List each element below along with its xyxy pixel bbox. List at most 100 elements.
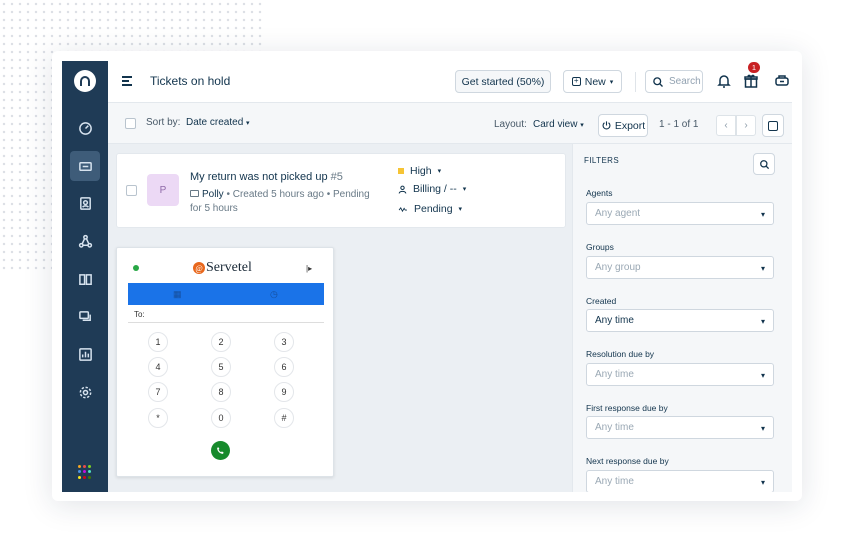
notifications-button[interactable] [714,71,734,91]
dial-key-2[interactable]: 2 [211,332,231,352]
reports-icon [78,347,92,361]
filter-resolution-due-select[interactable]: Any time ▾ [586,363,774,386]
plus-box-icon: + [571,77,581,86]
new-button[interactable]: + New ▾ [563,70,622,93]
search-icon [759,159,769,169]
history-tab-icon[interactable]: ◷ [270,289,278,300]
filter-label-agents: Agents [586,188,613,198]
chevron-down-icon: ▾ [760,424,765,433]
chevron-down-icon: ▾ [760,371,765,380]
sidebar-item-forums[interactable] [70,301,100,331]
search-placeholder: Search [669,76,701,87]
sidebar-item-solutions[interactable] [70,264,100,294]
filter-value: Any time [595,476,634,487]
ticket-subject[interactable]: My return was not picked up #5 [190,171,343,183]
app-grid-dot [83,475,86,479]
pagination-text: 1 - 1 of 1 [659,119,699,130]
dashboard-icon [78,121,92,135]
app-grid-dot [88,470,91,474]
status-dropdown[interactable]: Pending ▾ [398,203,462,215]
gift-button[interactable] [741,71,761,91]
filters-title: FILTERS [584,156,620,165]
ticket-checkbox[interactable] [126,185,137,196]
chat-icon [78,310,91,321]
panel-icon [768,120,778,131]
filter-label-created: Created [586,296,617,306]
created-time: • Created 5 hours ago • [226,189,331,200]
layout-dropdown[interactable]: Card view ▾ [533,119,584,130]
sidebar-item-reports[interactable] [70,339,100,369]
filter-created-select[interactable]: Any time ▾ [586,309,774,332]
app-grid-dot [88,465,91,468]
priority-indicator-icon [398,168,404,174]
dial-key-5[interactable]: 5 [211,357,231,377]
group-value: Billing / -- [413,183,457,195]
next-page-button[interactable]: › [736,115,756,136]
dial-key-0[interactable]: 0 [211,408,231,428]
chevron-down-icon: ▾ [760,317,765,326]
dial-key-1[interactable]: 1 [148,332,168,352]
dial-key-9[interactable]: 9 [274,382,294,402]
filter-next-response-due-select[interactable]: Any time ▾ [586,470,774,492]
sidebar-item-contacts[interactable] [70,188,100,218]
filter-label-first-response-due: First response due by [586,403,668,413]
select-all-checkbox[interactable] [125,118,136,129]
screenshot-frame: Tickets on hold Get started (50%) + New … [52,51,802,501]
dial-key-4[interactable]: 4 [148,357,168,377]
export-button[interactable]: Export [598,114,648,137]
phone-icon [217,447,224,454]
get-started-button[interactable]: Get started (50%) [455,70,551,93]
filter-first-response-due-select[interactable]: Any time ▾ [586,416,774,439]
hamburger-menu-icon[interactable] [122,76,132,86]
app-grid-dot [78,475,81,479]
keypad-tab-icon[interactable]: ▦ [173,289,182,300]
chevron-down-icon: ▾ [760,264,765,273]
minimize-icon[interactable]: |▸ [306,264,312,273]
dial-key-hash[interactable]: # [274,408,294,428]
search-input[interactable]: Search [645,70,703,93]
sidebar-item-tickets[interactable] [70,151,100,181]
dialer-tab-bar: ▦ ◷ [128,283,324,305]
apps-grid-icon[interactable] [78,465,92,479]
layout-label: Layout: [494,119,527,130]
dial-key-8[interactable]: 8 [211,382,231,402]
email-icon [190,190,199,197]
sort-label: Sort by: [146,117,181,128]
app-grid-dot [78,465,81,468]
priority-dropdown[interactable]: High ▾ [398,165,441,177]
dial-key-star[interactable]: * [148,408,168,428]
chevron-right-icon: › [744,120,748,131]
ticket-card[interactable]: P My return was not picked up #5 Polly •… [116,153,566,228]
dial-key-3[interactable]: 3 [274,332,294,352]
chevron-down-icon: ▾ [246,120,250,127]
groups-icon [78,234,92,248]
app-grid-dot [83,470,86,474]
filter-value: Any agent [595,208,641,219]
sidebar-item-groups[interactable] [70,226,100,256]
filters-search-button[interactable] [753,153,775,175]
search-icon [653,76,663,87]
filter-value: Any time [595,369,634,380]
filter-value: Any group [595,262,641,273]
dial-key-6[interactable]: 6 [274,357,294,377]
number-input-line[interactable] [128,322,324,323]
call-button[interactable] [211,441,230,460]
ticket-subject-text: My return was not picked up [190,171,328,183]
group-dropdown[interactable]: Billing / -- ▾ [398,183,466,195]
app-logo[interactable] [74,70,96,92]
brand-name: Servetel [206,260,252,275]
page-title: Tickets on hold [150,74,231,88]
chevron-down-icon: ▾ [580,122,584,129]
filter-groups-select[interactable]: Any group ▾ [586,256,774,279]
prev-page-button[interactable]: ‹ [716,115,736,136]
filter-agents-select[interactable]: Any agent ▾ [586,202,774,225]
phone-widget-button[interactable] [772,71,792,91]
sidebar-item-admin[interactable] [70,377,100,407]
dial-key-7[interactable]: 7 [148,382,168,402]
toggle-view-button[interactable] [762,114,784,137]
priority-value: High [410,165,432,177]
servetel-mark-icon: @ [193,262,205,274]
sort-dropdown[interactable]: Date created ▾ [186,117,250,128]
servetel-logo: @ Servetel [193,260,252,276]
sidebar-item-dashboard[interactable] [70,113,100,143]
